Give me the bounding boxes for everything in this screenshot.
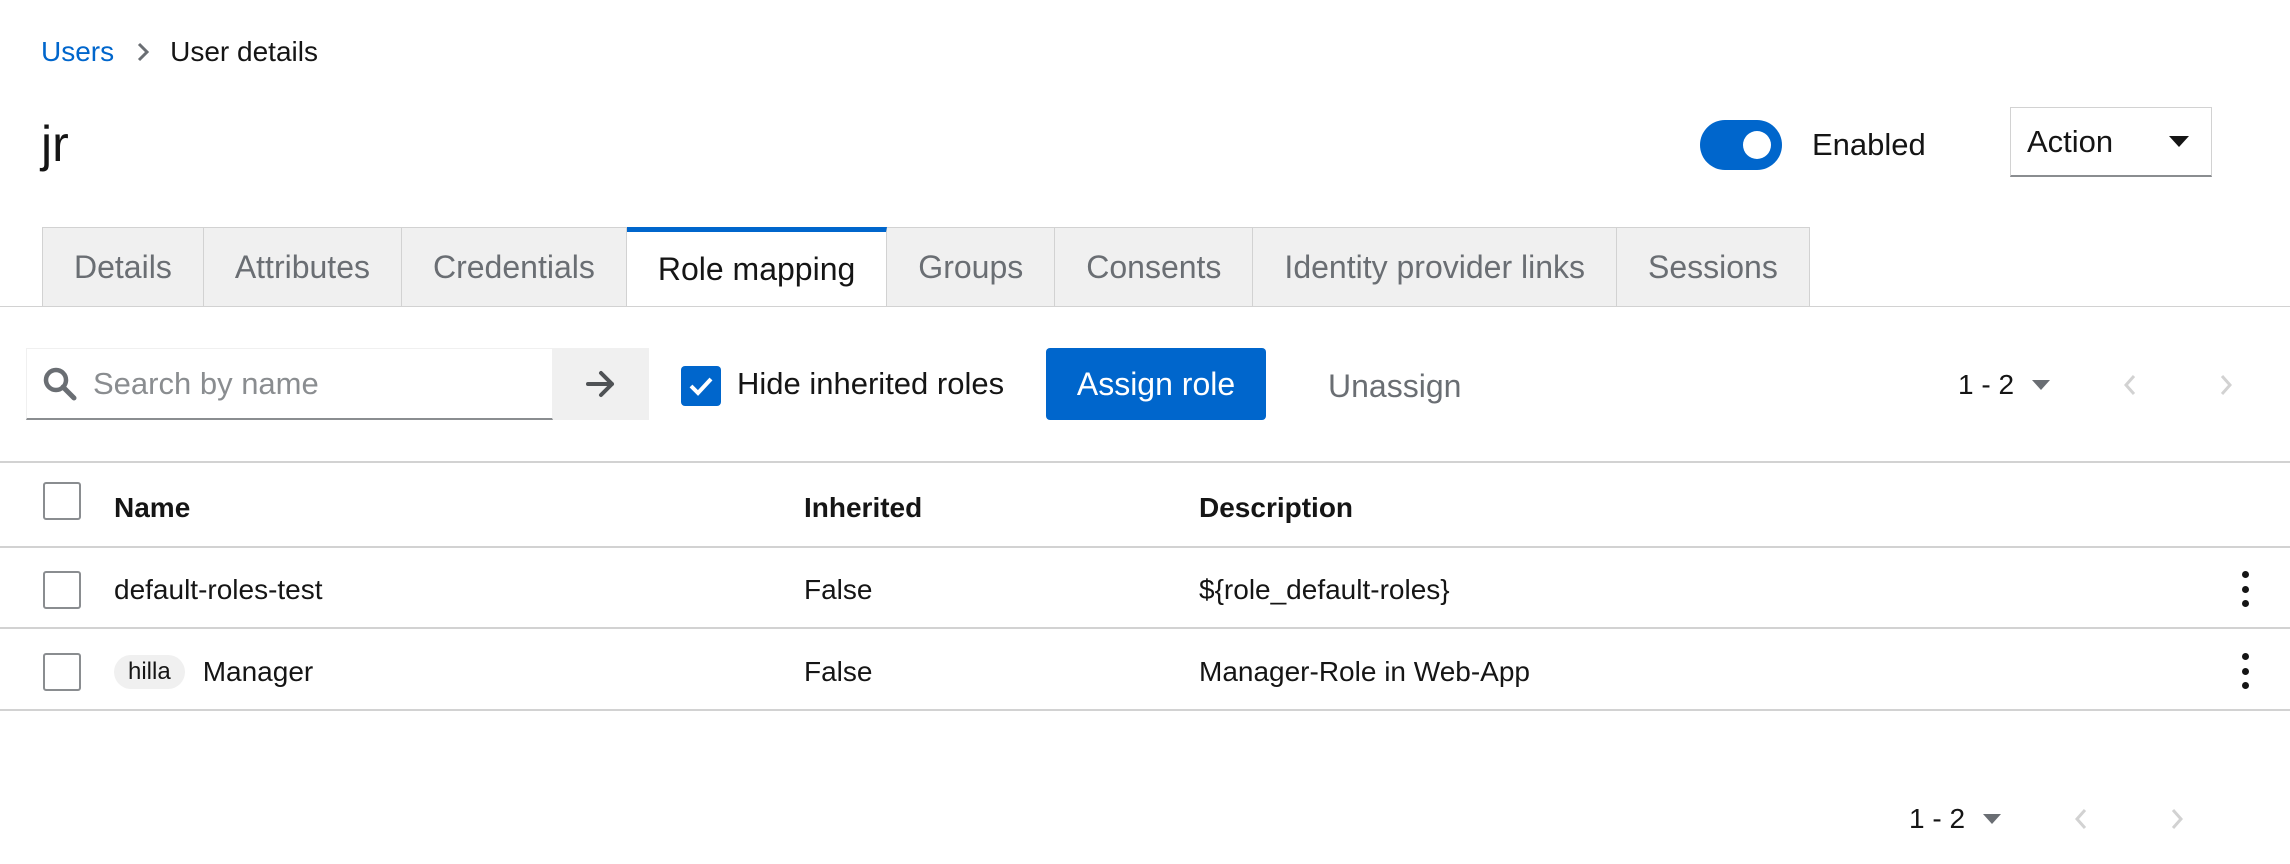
search-input[interactable] bbox=[91, 364, 535, 403]
role-inherited: False bbox=[804, 574, 873, 605]
role-name-cell: hilla Manager bbox=[114, 654, 313, 690]
caret-down-icon bbox=[2169, 136, 2190, 147]
row-checkbox[interactable] bbox=[43, 571, 81, 609]
action-dropdown[interactable]: Action bbox=[2010, 107, 2212, 177]
table-top-border bbox=[0, 461, 2290, 463]
tab-identity-provider-links[interactable]: Identity provider links bbox=[1253, 227, 1617, 307]
row-divider bbox=[0, 709, 2290, 711]
enabled-label: Enabled bbox=[1812, 127, 1926, 162]
hide-inherited-label[interactable]: Hide inherited roles bbox=[737, 364, 1004, 404]
row-divider bbox=[0, 546, 2290, 548]
tab-credentials[interactable]: Credentials bbox=[401, 227, 627, 307]
breadcrumb: Users User details bbox=[41, 34, 318, 70]
page-title: jr bbox=[41, 116, 69, 172]
prev-page-button[interactable] bbox=[2071, 804, 2091, 834]
hide-inherited-checkbox[interactable] bbox=[681, 366, 721, 406]
chevron-right-icon bbox=[2220, 375, 2233, 395]
tab-consents[interactable]: Consents bbox=[1055, 227, 1254, 307]
chevron-left-icon bbox=[2124, 375, 2136, 395]
column-header-name[interactable]: Name bbox=[114, 490, 190, 526]
next-page-button[interactable] bbox=[2216, 370, 2236, 400]
tab-role-mapping[interactable]: Role mapping bbox=[626, 227, 888, 307]
pagination-range: 1 - 2 bbox=[1958, 369, 2015, 400]
chevron-right-icon bbox=[2171, 809, 2184, 829]
tab-bar: Details Attributes Credentials Role mapp… bbox=[42, 227, 1810, 307]
enabled-toggle[interactable] bbox=[1700, 120, 1782, 170]
tab-details[interactable]: Details bbox=[42, 227, 204, 307]
prev-page-button[interactable] bbox=[2120, 370, 2140, 400]
search-icon bbox=[43, 367, 77, 401]
arrow-right-icon bbox=[586, 371, 614, 397]
role-inherited: False bbox=[804, 656, 873, 687]
search-submit-button[interactable] bbox=[553, 348, 649, 420]
row-divider bbox=[0, 627, 2290, 629]
pagination-toggle[interactable]: 1 - 2 bbox=[1958, 366, 2051, 404]
unassign-button[interactable]: Unassign bbox=[1328, 366, 1461, 406]
breadcrumb-current: User details bbox=[170, 36, 318, 67]
column-header-description: Description bbox=[1199, 492, 1354, 523]
client-badge: hilla bbox=[114, 655, 185, 689]
pagination-range: 1 - 2 bbox=[1909, 803, 1966, 834]
toggle-knob bbox=[1743, 131, 1771, 159]
role-description: ${role_default-roles} bbox=[1199, 574, 1450, 605]
search-box bbox=[26, 348, 553, 420]
kebab-menu-icon[interactable] bbox=[2240, 571, 2250, 607]
tab-groups[interactable]: Groups bbox=[887, 227, 1056, 307]
pagination-top: 1 - 2 bbox=[1958, 366, 2236, 404]
pagination-bottom: 1 - 2 bbox=[1909, 800, 2187, 838]
chevron-left-icon bbox=[2075, 809, 2087, 829]
role-name: default-roles-test bbox=[114, 574, 323, 605]
assign-role-button[interactable]: Assign role bbox=[1046, 348, 1266, 420]
checkmark-icon bbox=[689, 377, 713, 396]
breadcrumb-users-link[interactable]: Users bbox=[41, 34, 114, 70]
select-all-checkbox[interactable] bbox=[43, 482, 81, 520]
role-description: Manager-Role in Web-App bbox=[1199, 656, 1530, 687]
chevron-right-icon bbox=[136, 42, 150, 62]
action-dropdown-label: Action bbox=[2027, 123, 2114, 159]
tab-sessions[interactable]: Sessions bbox=[1617, 227, 1810, 307]
kebab-menu-icon[interactable] bbox=[2240, 653, 2250, 689]
tab-attributes[interactable]: Attributes bbox=[203, 227, 402, 307]
caret-down-icon bbox=[1983, 814, 2002, 824]
tabs-divider bbox=[0, 306, 2290, 307]
row-checkbox[interactable] bbox=[43, 653, 81, 691]
role-name: Manager bbox=[202, 656, 314, 687]
column-header-inherited: Inherited bbox=[804, 492, 923, 523]
caret-down-icon bbox=[2032, 380, 2051, 390]
next-page-button[interactable] bbox=[2167, 804, 2187, 834]
pagination-toggle[interactable]: 1 - 2 bbox=[1909, 800, 2002, 838]
